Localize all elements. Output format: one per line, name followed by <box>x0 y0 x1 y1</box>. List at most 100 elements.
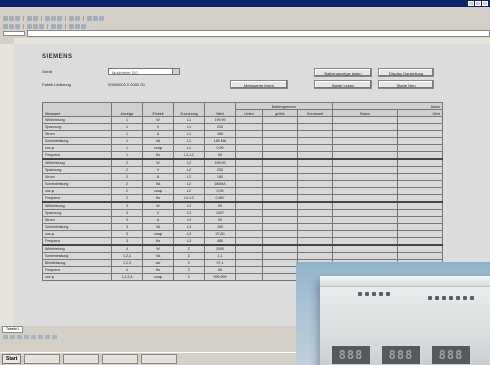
table-cell[interactable] <box>297 151 333 160</box>
table-cell[interactable] <box>262 230 298 238</box>
cell-messwert[interactable]: Wirkleistung <box>42 201 112 210</box>
table-cell[interactable]: 480 <box>204 237 236 246</box>
table-cell[interactable]: 3 <box>111 237 143 246</box>
table-cell[interactable]: V <box>142 166 174 174</box>
taskbar-item[interactable] <box>102 354 139 364</box>
table-cell[interactable] <box>262 137 298 145</box>
table-cell[interactable]: 97,1 <box>204 259 236 267</box>
table-cell[interactable] <box>397 209 443 217</box>
table-cell[interactable]: L3 <box>173 223 205 231</box>
table-cell[interactable]: VA <box>142 137 174 145</box>
arrow-icon[interactable] <box>10 335 15 339</box>
table-cell[interactable]: 2 <box>111 173 143 181</box>
rectangle-icon[interactable] <box>24 335 29 339</box>
cell-messwert[interactable]: Scheinleistung <box>42 137 112 145</box>
table-cell[interactable] <box>332 116 398 124</box>
new-icon[interactable] <box>3 15 8 21</box>
table-cell[interactable] <box>397 230 443 238</box>
close-button[interactable] <box>482 1 488 6</box>
table-cell[interactable]: VA <box>142 252 174 260</box>
cell-messwert[interactable]: Strom <box>42 173 112 181</box>
gerat-select[interactable]: Multimeter DO <box>108 68 180 75</box>
cell-messwert[interactable]: Spannung <box>42 123 112 131</box>
table-cell[interactable]: cosφ <box>142 230 174 238</box>
cell-messwert[interactable]: Blindleistung <box>42 259 112 267</box>
table-cell[interactable] <box>262 237 298 246</box>
undo-icon[interactable] <box>69 15 74 21</box>
table-cell[interactable] <box>297 252 333 260</box>
table-cell[interactable]: 0,99 <box>204 187 236 195</box>
table-cell[interactable] <box>397 187 443 195</box>
table-cell[interactable]: 1 <box>111 116 143 124</box>
table-cell[interactable] <box>235 209 263 217</box>
table-cell[interactable] <box>235 144 263 152</box>
table-cell[interactable] <box>332 158 398 167</box>
table-cell[interactable] <box>332 223 398 231</box>
table-cell[interactable] <box>235 187 263 195</box>
table-cell[interactable]: W <box>142 244 174 253</box>
fill-color-icon[interactable] <box>75 23 80 29</box>
table-cell[interactable] <box>397 194 443 203</box>
table-cell[interactable]: 1,2,3 <box>111 259 143 267</box>
oval-icon[interactable] <box>31 335 36 339</box>
table-cell[interactable]: L3 <box>173 209 205 217</box>
table-cell[interactable]: 180 <box>204 130 236 138</box>
table-cell[interactable] <box>297 194 333 203</box>
cell-messwert[interactable]: Wirkleistung <box>42 158 112 167</box>
align-left-icon[interactable] <box>27 23 32 29</box>
table-cell[interactable] <box>262 194 298 203</box>
table-cell[interactable] <box>332 209 398 217</box>
table-cell[interactable] <box>262 259 298 267</box>
table-cell[interactable] <box>262 151 298 160</box>
wordart-icon[interactable] <box>45 335 50 339</box>
table-cell[interactable] <box>297 137 333 145</box>
table-cell[interactable]: 0,987 <box>204 194 236 203</box>
table-cell[interactable]: 2 <box>111 166 143 174</box>
table-cell[interactable]: 199,99 <box>204 158 236 167</box>
table-cell[interactable]: L3 <box>173 237 205 246</box>
table-cell[interactable] <box>297 116 333 124</box>
table-cell[interactable]: 1 <box>111 130 143 138</box>
table-cell[interactable] <box>262 130 298 138</box>
table-cell[interactable] <box>297 158 333 167</box>
table-cell[interactable]: L3 <box>173 216 205 224</box>
table-cell[interactable]: L1-L2 <box>173 151 205 160</box>
table-cell[interactable]: Σ <box>173 259 205 267</box>
table-cell[interactable]: L2 <box>173 173 205 181</box>
table-cell[interactable]: 3 <box>111 201 143 210</box>
table-cell[interactable]: A <box>142 130 174 138</box>
table-cell[interactable]: Hz <box>142 237 174 246</box>
table-cell[interactable]: 999,999 <box>204 273 236 281</box>
cell-messwert[interactable]: Spannung <box>42 166 112 174</box>
cell-messwert[interactable]: cos φ <box>42 144 112 152</box>
draw-icon[interactable] <box>3 335 8 339</box>
name-box[interactable] <box>3 31 25 36</box>
balkenanzeige-button[interactable]: Balkenanzeige laden <box>314 68 372 77</box>
table-cell[interactable]: cosφ <box>142 144 174 152</box>
table-cell[interactable]: 230 <box>204 166 236 174</box>
table-cell[interactable] <box>235 244 263 253</box>
formula-input[interactable] <box>27 30 490 37</box>
table-cell[interactable] <box>332 123 398 131</box>
table-cell[interactable] <box>297 123 333 131</box>
table-cell[interactable]: V <box>142 123 174 131</box>
table-cell[interactable]: 230 <box>204 123 236 131</box>
table-cell[interactable] <box>332 151 398 160</box>
cell-messwert[interactable]: Frequenz <box>42 151 112 160</box>
table-cell[interactable]: L2-L3 <box>173 194 205 203</box>
table-cell[interactable] <box>262 180 298 188</box>
table-cell[interactable]: L2 <box>173 166 205 174</box>
table-cell[interactable]: L1 <box>173 116 205 124</box>
table-cell[interactable]: 2 <box>111 180 143 188</box>
table-cell[interactable] <box>297 201 333 210</box>
sheet-tab[interactable]: Tabelle1 <box>2 326 24 333</box>
table-cell[interactable]: VA <box>142 223 174 231</box>
cell-messwert[interactable]: Wirkleistung <box>42 116 112 124</box>
table-cell[interactable]: 180MA <box>204 180 236 188</box>
table-cell[interactable] <box>397 166 443 174</box>
table-cell[interactable] <box>397 123 443 131</box>
table-cell[interactable] <box>297 216 333 224</box>
table-cell[interactable] <box>297 237 333 246</box>
table-cell[interactable] <box>297 223 333 231</box>
table-cell[interactable] <box>297 209 333 217</box>
